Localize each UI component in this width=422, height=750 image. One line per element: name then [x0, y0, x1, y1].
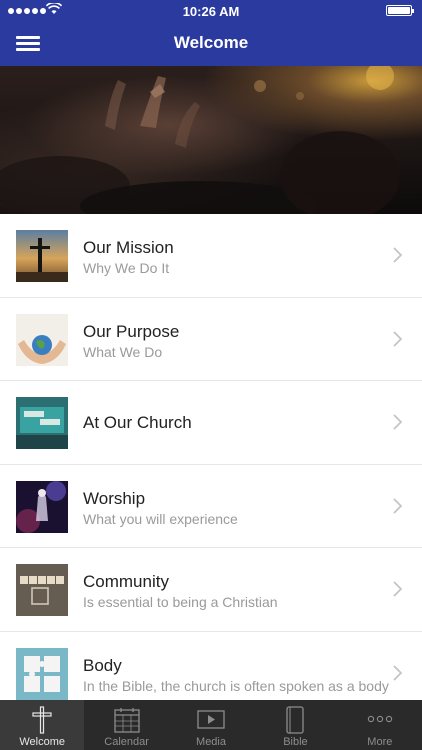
worship-band-thumb	[16, 480, 68, 533]
cross-sunset-thumb	[16, 230, 68, 282]
item-title: Body	[83, 655, 122, 675]
status-time: 10:26 AM	[182, 4, 240, 19]
calendar-icon	[113, 708, 140, 733]
tab-bible[interactable]: Bible	[253, 700, 337, 750]
item-subtitle: In the Bible, the church is often spoken…	[83, 677, 389, 694]
chevron-right-icon	[393, 330, 402, 347]
item-title: Our Mission	[83, 238, 174, 257]
tab-calendar[interactable]: Calendar	[84, 700, 168, 750]
item-subtitle: Is essential to being a Christian	[83, 594, 278, 611]
list-item-community[interactable]: Community Is essential to being a Christ…	[0, 548, 422, 632]
community-blocks-thumb	[16, 564, 68, 617]
chevron-right-icon	[393, 247, 402, 263]
item-title: At Our Church	[83, 413, 192, 433]
content-list: Our Mission Why We Do It Our Purpose Wha…	[0, 214, 422, 700]
tab-label: Calendar	[104, 736, 149, 748]
tab-label: Welcome	[19, 736, 66, 748]
list-item-our-purpose[interactable]: Our Purpose What We Do	[0, 298, 422, 382]
item-title: Community	[83, 572, 169, 592]
list-item-body[interactable]: Body In the Bible, the church is often s…	[0, 632, 422, 700]
status-bar: 10:26 AM	[0, 0, 422, 22]
tab-welcome[interactable]: Welcome	[0, 700, 85, 750]
puzzle-hands-thumb	[16, 647, 68, 700]
book-icon	[286, 706, 305, 734]
chevron-right-icon	[393, 581, 402, 598]
item-title: Worship	[83, 488, 146, 508]
hands-globe-thumb	[16, 313, 68, 366]
more-dots-icon	[367, 715, 392, 723]
cross-icon	[32, 706, 52, 734]
hero-image-worship-crowd	[0, 66, 422, 214]
list-item-our-mission[interactable]: Our Mission Why We Do It	[0, 214, 422, 298]
item-subtitle: What We Do	[83, 343, 163, 360]
church-sign-thumb	[16, 397, 68, 450]
chevron-right-icon	[393, 665, 402, 681]
chevron-right-icon	[393, 414, 402, 430]
tab-more[interactable]: More	[338, 700, 422, 750]
play-icon	[197, 710, 225, 729]
tab-bar: Welcome Calendar Media Bible More	[0, 700, 422, 750]
battery-icon	[386, 5, 414, 16]
chevron-right-icon	[393, 498, 402, 514]
tab-media[interactable]: Media	[169, 700, 253, 750]
page-title: Welcome	[173, 33, 249, 52]
list-item-at-our-church[interactable]: At Our Church	[0, 381, 422, 465]
list-item-worship[interactable]: Worship What you will experience	[0, 465, 422, 549]
item-subtitle: What you will experience	[83, 510, 238, 527]
tab-label: Bible	[283, 736, 308, 748]
tab-label: Media	[196, 736, 226, 748]
tab-label: More	[367, 736, 393, 748]
item-subtitle: Why We Do It	[83, 260, 170, 276]
app-header: 10:26 AM Welcome	[0, 0, 422, 66]
item-title: Our Purpose	[83, 321, 180, 341]
